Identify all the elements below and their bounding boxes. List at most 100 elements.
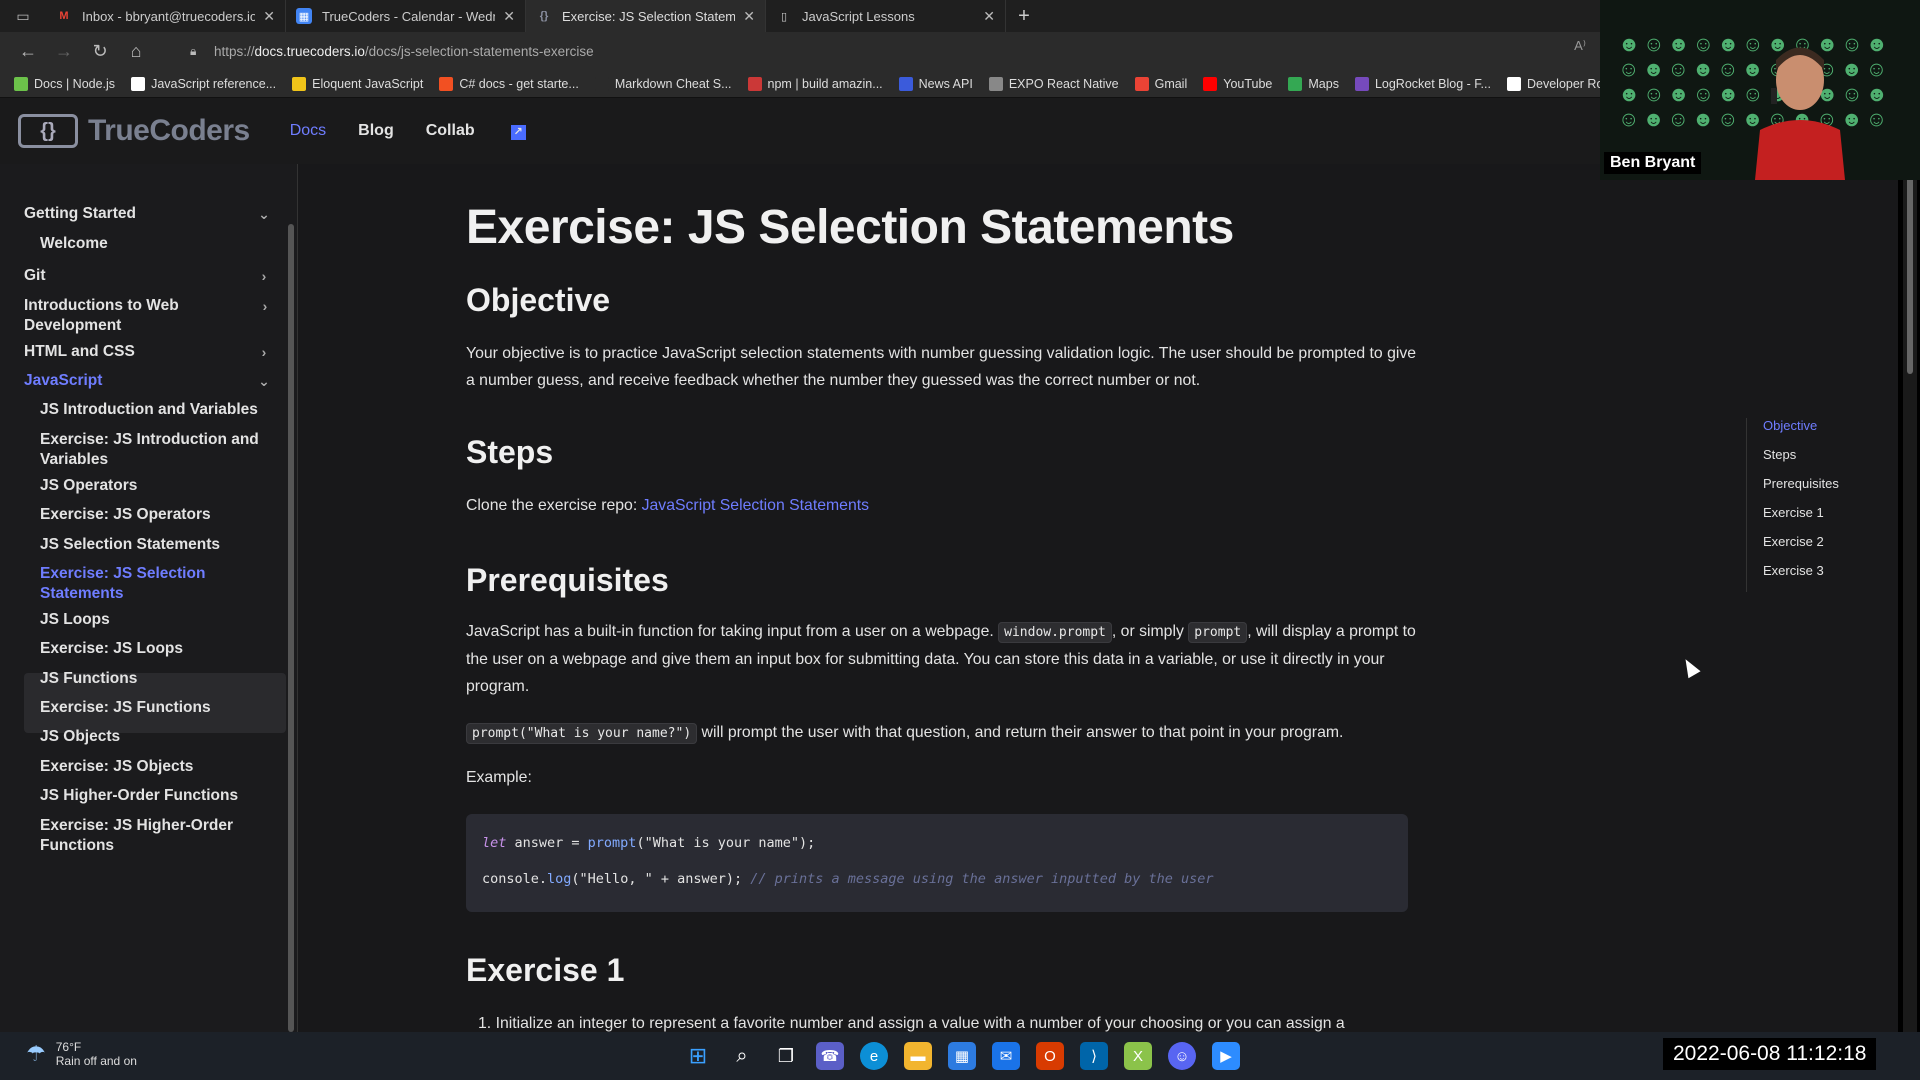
prereq-text-b: , or simply xyxy=(1111,623,1184,640)
sidebar-item[interactable]: Git › xyxy=(24,266,274,286)
vscode-icon[interactable]: ⟩ xyxy=(1080,1042,1108,1070)
bookmark-item[interactable]: EXPO React Native xyxy=(988,76,1119,91)
page-title: Exercise: JS Selection Statements xyxy=(466,201,1234,254)
sidebar-item[interactable]: Exercise: JS Objects xyxy=(40,757,280,777)
bookmark-item[interactable]: JavaScript reference... xyxy=(131,76,276,91)
bookmark-item[interactable]: C# docs - get starte... xyxy=(439,76,579,91)
nav-blog-link[interactable]: Blog xyxy=(358,122,394,140)
tab-actions-icon[interactable]: ▭ xyxy=(0,0,46,32)
back-icon[interactable]: ← xyxy=(10,32,46,70)
nav-docs-link[interactable]: Docs xyxy=(290,122,326,140)
sidebar-item[interactable]: JS Objects xyxy=(40,727,280,747)
truecoders-logo[interactable]: {} TrueCoders xyxy=(18,114,250,148)
bookmark-item[interactable]: Markdown Cheat S... xyxy=(594,76,732,91)
close-tab-icon[interactable]: ✕ xyxy=(263,8,275,25)
toc-link[interactable]: Exercise 3 xyxy=(1763,563,1839,592)
close-tab-icon[interactable]: ✕ xyxy=(503,8,515,25)
search-icon[interactable]: ⌕ xyxy=(728,1042,756,1070)
url-prefix: https:// xyxy=(214,43,255,59)
sidebar-item[interactable]: Exercise: JS Selection Statements xyxy=(40,564,280,604)
sidebar-scrollbar[interactable] xyxy=(288,224,294,1032)
external-link-icon: ↗ xyxy=(510,125,526,140)
bookmark-item[interactable]: Eloquent JavaScript xyxy=(292,76,423,91)
sidebar-item[interactable]: JS Higher-Order Functions xyxy=(40,786,280,806)
chevron-right-icon[interactable]: › xyxy=(254,266,274,286)
forward-icon[interactable]: → xyxy=(46,32,82,70)
sidebar-item[interactable]: JS Loops xyxy=(40,610,280,630)
url-input[interactable]: 🔒︎ https://docs.truecoders.io/docs/js-se… xyxy=(190,37,1580,65)
tab-inbox[interactable]: M Inbox - bbryant@truecoders.io - ✕ xyxy=(46,0,286,32)
task-view-icon[interactable]: ❐ xyxy=(772,1042,800,1070)
bookmark-item[interactable]: LogRocket Blog - F... xyxy=(1354,76,1491,91)
file-explorer-icon[interactable]: ▬ xyxy=(904,1042,932,1070)
chevron-right-icon[interactable]: › xyxy=(254,342,274,362)
sidebar-item[interactable]: JS Functions xyxy=(40,669,280,689)
bookmark-favicon-icon xyxy=(988,76,1003,91)
code-keyword: let xyxy=(482,835,507,851)
toc-link[interactable]: Objective xyxy=(1763,418,1839,447)
bookmark-item[interactable]: Docs | Node.js xyxy=(14,76,115,91)
bookmark-item[interactable]: YouTube xyxy=(1203,76,1272,91)
chevron-right-icon[interactable]: › xyxy=(256,296,274,316)
toc-link[interactable]: Exercise 1 xyxy=(1763,505,1839,534)
sidebar-item-label: Exercise: JS Objects xyxy=(40,758,194,775)
sidebar-item[interactable]: Exercise: JS Introduction and Variables xyxy=(40,430,280,470)
address-bar-row: ← → ↻ ⌂ 🔒︎ https://docs.truecoders.io/do… xyxy=(0,32,1600,70)
sidebar-item[interactable]: JS Operators xyxy=(40,476,280,496)
exercise-repo-link[interactable]: JavaScript Selection Statements xyxy=(642,497,869,514)
toc-link[interactable]: Steps xyxy=(1763,447,1839,476)
nav-collab-link[interactable]: Collab ↗ xyxy=(426,122,558,140)
bookmark-favicon-icon xyxy=(292,76,307,91)
read-aloud-icon[interactable]: A⁾ xyxy=(1574,38,1586,54)
sidebar-item-label: JS Higher-Order Functions xyxy=(40,787,239,804)
sidebar-item[interactable]: JS Selection Statements xyxy=(40,535,280,555)
teams-chat-icon[interactable]: ☎ xyxy=(816,1042,844,1070)
code-example-block[interactable]: let answer = prompt("What is your name")… xyxy=(466,814,1408,912)
bookmark-item[interactable]: News API xyxy=(898,76,973,91)
sidebar-item[interactable]: Getting Started ⌄ xyxy=(24,204,274,224)
scrollbar-thumb[interactable] xyxy=(1907,174,1913,374)
sidebar-item[interactable]: Introductions to Web Development › xyxy=(24,296,274,336)
windows-start-icon[interactable]: ⊞ xyxy=(684,1042,712,1070)
tab-exercise[interactable]: {} Exercise: JS Selection Statements ✕ xyxy=(526,0,766,32)
edge-icon[interactable]: e xyxy=(860,1042,888,1070)
chevron-down-icon[interactable]: ⌄ xyxy=(254,204,274,224)
bookmark-label: Developer Roadm... xyxy=(1526,76,1600,91)
close-tab-icon[interactable]: ✕ xyxy=(983,8,995,25)
sidebar-item-label: JS Functions xyxy=(40,670,138,687)
page-scrollbar[interactable] xyxy=(1903,164,1917,1032)
sidebar-item[interactable]: JS Introduction and Variables xyxy=(40,400,280,420)
toc-link[interactable]: Prerequisites xyxy=(1763,476,1839,505)
bookmark-item[interactable]: npm | build amazin... xyxy=(747,76,883,91)
inline-code-prompt-call: prompt("What is your name?") xyxy=(466,723,698,744)
zoom-icon[interactable]: ▶ xyxy=(1212,1042,1240,1070)
office-icon[interactable]: O xyxy=(1036,1042,1064,1070)
bookmark-item[interactable]: Maps xyxy=(1288,76,1339,91)
home-icon[interactable]: ⌂ xyxy=(118,32,154,70)
code-text: ("Hello, " + answer); xyxy=(571,871,751,887)
store-icon[interactable]: ▦ xyxy=(948,1042,976,1070)
discord-icon[interactable]: ☺ xyxy=(1168,1042,1196,1070)
sidebar-item[interactable]: Exercise: JS Loops xyxy=(40,639,280,659)
sidebar-item[interactable]: JavaScript ⌄ xyxy=(24,371,274,391)
code-function: log xyxy=(547,871,572,887)
new-tab-button[interactable]: + xyxy=(1006,0,1042,32)
toc-link[interactable]: Exercise 2 xyxy=(1763,534,1839,563)
sidebar-item[interactable]: Exercise: JS Functions xyxy=(40,698,280,718)
excel-icon[interactable]: X xyxy=(1124,1042,1152,1070)
tab-javascript-lessons[interactable]: ▯ JavaScript Lessons ✕ xyxy=(766,0,1006,32)
chevron-down-icon[interactable]: ⌄ xyxy=(254,371,274,391)
bookmark-item[interactable]: Developer Roadm... xyxy=(1506,76,1600,91)
close-tab-icon[interactable]: ✕ xyxy=(743,8,755,25)
refresh-icon[interactable]: ↻ xyxy=(82,32,118,70)
bookmark-item[interactable]: Gmail xyxy=(1134,76,1187,91)
sidebar-item-label: Introductions to Web Development xyxy=(24,297,179,334)
tab-calendar[interactable]: ▦ TrueCoders - Calendar - Wednes ✕ xyxy=(286,0,526,32)
sidebar-item[interactable]: HTML and CSS › xyxy=(24,342,274,362)
weather-widget[interactable]: ☂ 76°F Rain off and on xyxy=(26,1040,137,1068)
sidebar-item[interactable]: Exercise: JS Higher-Order Functions xyxy=(40,816,280,856)
sidebar-item-label: JavaScript xyxy=(24,372,103,389)
sidebar-item[interactable]: Welcome xyxy=(40,234,280,254)
sidebar-item[interactable]: Exercise: JS Operators xyxy=(40,505,280,525)
mail-icon[interactable]: ✉ xyxy=(992,1042,1020,1070)
